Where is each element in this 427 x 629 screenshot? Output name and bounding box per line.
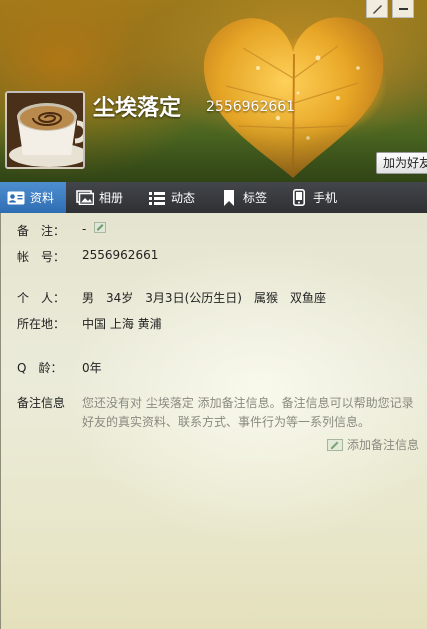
- account-label: 帐 号：: [17, 250, 66, 264]
- remark-info-line-1: 您还没有对 尘埃落定 添加备注信息。备注信息可以帮助您记录: [82, 396, 414, 410]
- tab-tags-label: 标签: [243, 191, 268, 205]
- add-friend-button[interactable]: 加为好友: [376, 152, 427, 174]
- avatar[interactable]: [5, 91, 85, 169]
- add-remark-label: 添加备注信息: [347, 438, 420, 452]
- age-value: 34岁: [106, 291, 134, 305]
- location-value: 中国 上海 黄浦: [82, 317, 162, 331]
- tab-feed-label: 动态: [171, 191, 196, 205]
- brush-icon: [373, 4, 382, 14]
- remark-info-line-2: 好友的真实资料、联系方式、事件行为等一系列信息。: [82, 415, 371, 429]
- tab-album-label: 相册: [99, 191, 124, 205]
- tab-phone-label: 手机: [313, 191, 338, 205]
- qage-row: Q 龄： 0年: [17, 359, 102, 376]
- location-label: 所在地：: [17, 317, 66, 331]
- coffee-cup-avatar-image: [7, 93, 83, 167]
- remark-label: 备 注：: [17, 224, 66, 238]
- minimize-icon: [398, 7, 408, 10]
- remark-info-label: 备注信息: [17, 396, 66, 410]
- personal-label: 个 人：: [17, 291, 66, 305]
- album-icon: [76, 190, 94, 206]
- remark-row: 备 注： -: [17, 222, 107, 239]
- profile-tab-bar: 资料 相册 动态 标签 手机: [0, 182, 427, 213]
- account-value: 2556962661: [82, 248, 159, 262]
- panel-left-border: [0, 213, 1, 629]
- remark-value: -: [82, 222, 87, 236]
- tab-profile-label: 资料: [30, 191, 55, 205]
- minimize-button[interactable]: [392, 0, 414, 18]
- qage-label: Q 龄：: [17, 361, 63, 375]
- tab-album[interactable]: 相册: [66, 182, 136, 213]
- feed-list-icon: [148, 190, 166, 206]
- bookmark-icon: [220, 189, 238, 206]
- add-remark-link[interactable]: 添加备注信息: [327, 436, 419, 453]
- tab-phone[interactable]: 手机: [280, 182, 350, 213]
- profile-card-icon: [7, 190, 25, 206]
- edit-remark-icon[interactable]: [94, 222, 107, 233]
- zodiac-animal-value: 属猴: [253, 291, 278, 305]
- phone-icon: [290, 189, 308, 206]
- profile-window: 尘埃落定 2556962661 加为好友 资料 相册 动态 标签 手机 备 注：…: [0, 0, 427, 629]
- tab-tags[interactable]: 标签: [212, 182, 280, 213]
- add-remark-icon: [327, 438, 343, 451]
- skin-brush-button[interactable]: [366, 0, 388, 18]
- remark-info-text: 您还没有对 尘埃落定 添加备注信息。备注信息可以帮助您记录 好友的真实资料、联系…: [82, 394, 422, 432]
- tab-profile[interactable]: 资料: [0, 182, 66, 213]
- location-row: 所在地： 中国 上海 黄浦: [17, 315, 162, 332]
- birthday-value: 3月3日(公历生日): [145, 291, 242, 305]
- nickname: 尘埃落定: [93, 96, 182, 121]
- tab-feed[interactable]: 动态: [136, 182, 212, 213]
- profile-cover-banner: 尘埃落定 2556962661 加为好友: [0, 0, 427, 182]
- star-sign-value: 双鱼座: [289, 291, 326, 305]
- gender-value: 男: [82, 291, 95, 305]
- personal-row: 个 人： 男 34岁 3月3日(公历生日) 属猴 双鱼座: [17, 289, 326, 306]
- qage-value: 0年: [82, 361, 102, 375]
- qq-number: 2556962661: [206, 99, 296, 115]
- account-row: 帐 号： 2556962661: [17, 248, 158, 265]
